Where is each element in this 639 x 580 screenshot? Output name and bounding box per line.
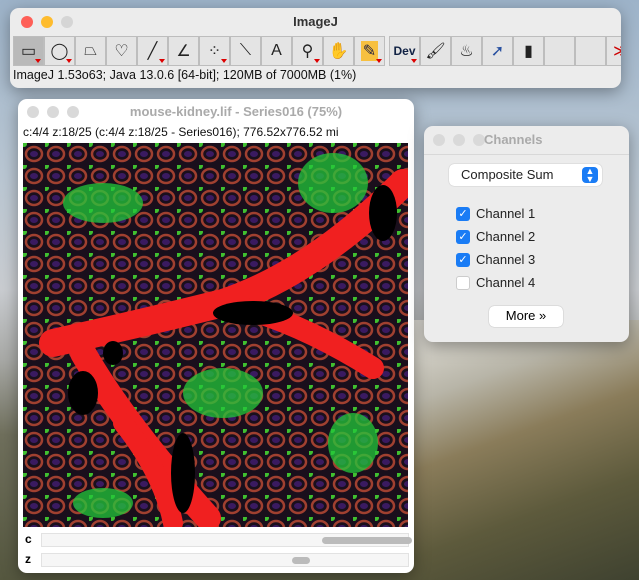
composite-mode-select[interactable]: Composite Sum ▲ ▼: [449, 164, 602, 186]
polygon-icon: ⏢: [84, 42, 97, 59]
dropdown-indicator-icon: [66, 59, 72, 63]
channels-window: Channels Composite Sum ▲ ▼ ✓ Channel 1 ✓ Chan…: [424, 126, 629, 342]
toolbar: ▭ ◯ ⏢ ♡ ╱ ∠ ⁘ ⟍ A ⚲ ✋ ✎ Dev 🖌 ♨ ➚ ▮ ≫: [13, 36, 621, 66]
multipoint-icon: ⁘: [207, 43, 222, 60]
angle-tool-button[interactable]: ∠: [168, 36, 199, 66]
composite-mode-value: Composite Sum: [461, 167, 554, 182]
channel-slider-label: c: [25, 532, 32, 546]
image-info: c:4/4 z:18/25 (c:4/4 z:18/25 - Series016…: [23, 125, 339, 139]
image-canvas[interactable]: [23, 143, 408, 527]
checkbox-label: Channel 1: [476, 206, 536, 221]
z-slider-track[interactable]: [41, 553, 409, 567]
flood-fill-tool-button[interactable]: ♨: [451, 36, 482, 66]
zoom-tool-button[interactable]: ⚲: [292, 36, 323, 66]
checkbox-icon[interactable]: ✓: [456, 206, 470, 221]
z-slider-label: z: [25, 552, 31, 566]
imagej-main-window: ImageJ ▭ ◯ ⏢ ♡ ╱ ∠ ⁘ ⟍ A ⚲ ✋ ✎ Dev 🖌 ♨ ➚ ▮ ≫ ImageJ 1.53o…: [10, 8, 621, 88]
close-button[interactable]: [27, 106, 39, 118]
freehand-icon: ♡: [114, 43, 129, 60]
freehand-tool-button[interactable]: ♡: [106, 36, 137, 66]
multipoint-tool-button[interactable]: ⁘: [199, 36, 230, 66]
dropdown-indicator-icon: [221, 59, 227, 63]
desktop-background: [400, 320, 639, 580]
checkbox-icon[interactable]: ✓: [456, 252, 470, 267]
pencil-tool-tool-button[interactable]: ▮: [513, 36, 544, 66]
arrow-tool-button[interactable]: ➚: [482, 36, 513, 66]
channel-4-checkbox[interactable]: Channel 4: [456, 275, 535, 290]
channel-1-checkbox[interactable]: ✓ Channel 1: [456, 206, 535, 221]
channels-title: Channels: [484, 132, 543, 147]
dropdown-indicator-icon: [314, 59, 320, 63]
text-icon: A: [271, 42, 282, 59]
channel-2-checkbox[interactable]: ✓ Channel 2: [456, 229, 535, 244]
channel-slider-thumb[interactable]: [322, 537, 412, 544]
line-tool-button[interactable]: ╱: [137, 36, 168, 66]
wand-icon: ⟍: [239, 42, 252, 59]
empty1-tool-button[interactable]: [544, 36, 575, 66]
more-tools-tool-button[interactable]: ≫: [606, 36, 621, 66]
dropdown-indicator-icon: [411, 59, 417, 63]
dropdown-indicator-icon: [159, 59, 165, 63]
pencil-tool-icon: ▮: [524, 43, 533, 60]
oval-icon: ◯: [50, 43, 69, 60]
hand-tool-button[interactable]: ✋: [323, 36, 354, 66]
flood-fill-icon: ♨: [459, 43, 474, 60]
z-slider-thumb[interactable]: [292, 557, 310, 564]
angle-icon: ∠: [176, 43, 191, 60]
checkbox-icon[interactable]: [456, 275, 470, 290]
status-bar: ImageJ 1.53o63; Java 13.0.6 [64-bit]; 12…: [13, 68, 357, 82]
brush-icon: 🖌: [425, 43, 446, 60]
hand-icon: ✋: [328, 43, 349, 60]
dropdown-indicator-icon: [376, 59, 382, 63]
polygon-tool-button[interactable]: ⏢: [75, 36, 106, 66]
dev-icon: Dev: [393, 44, 416, 58]
microscopy-image: [23, 143, 408, 527]
divider: [424, 154, 629, 155]
channel-3-checkbox[interactable]: ✓ Channel 3: [456, 252, 535, 267]
color-picker-tool-button[interactable]: ✎: [354, 36, 385, 66]
more-tools-icon: ≫: [613, 41, 621, 61]
minimize-button[interactable]: [453, 134, 465, 146]
channel-slider[interactable]: c: [23, 532, 412, 548]
checkbox-label: Channel 4: [476, 275, 536, 290]
checkbox-label: Channel 2: [476, 229, 536, 244]
z-slider[interactable]: z: [23, 552, 409, 568]
zoom-icon: ⚲: [301, 43, 314, 60]
checkbox-icon[interactable]: ✓: [456, 229, 470, 244]
arrow-icon: ➚: [490, 43, 505, 60]
dev-tool-button[interactable]: Dev: [389, 36, 420, 66]
dropdown-indicator-icon: [35, 59, 41, 63]
close-button[interactable]: [433, 134, 445, 146]
image-window: mouse-kidney.lif - Series016 (75%) c:4/4…: [18, 99, 414, 573]
image-window-title: mouse-kidney.lif - Series016 (75%): [129, 104, 343, 119]
color-picker-icon: ✎: [360, 41, 379, 61]
line-icon: ╱: [147, 43, 158, 60]
checkbox-label: Channel 3: [476, 252, 536, 267]
brush-tool-button[interactable]: 🖌: [420, 36, 451, 66]
channel-slider-track[interactable]: [41, 533, 412, 547]
rectangle-tool-button[interactable]: ▭: [13, 36, 44, 66]
wand-tool-button[interactable]: ⟍: [230, 36, 261, 66]
empty2-tool-button[interactable]: [575, 36, 606, 66]
select-arrows-icon: ▲ ▼: [582, 167, 598, 184]
text-tool-button[interactable]: A: [261, 36, 292, 66]
window-title: ImageJ: [293, 14, 338, 29]
rectangle-icon: ▭: [20, 43, 37, 60]
oval-tool-button[interactable]: ◯: [44, 36, 75, 66]
more-button[interactable]: More »: [489, 306, 563, 327]
